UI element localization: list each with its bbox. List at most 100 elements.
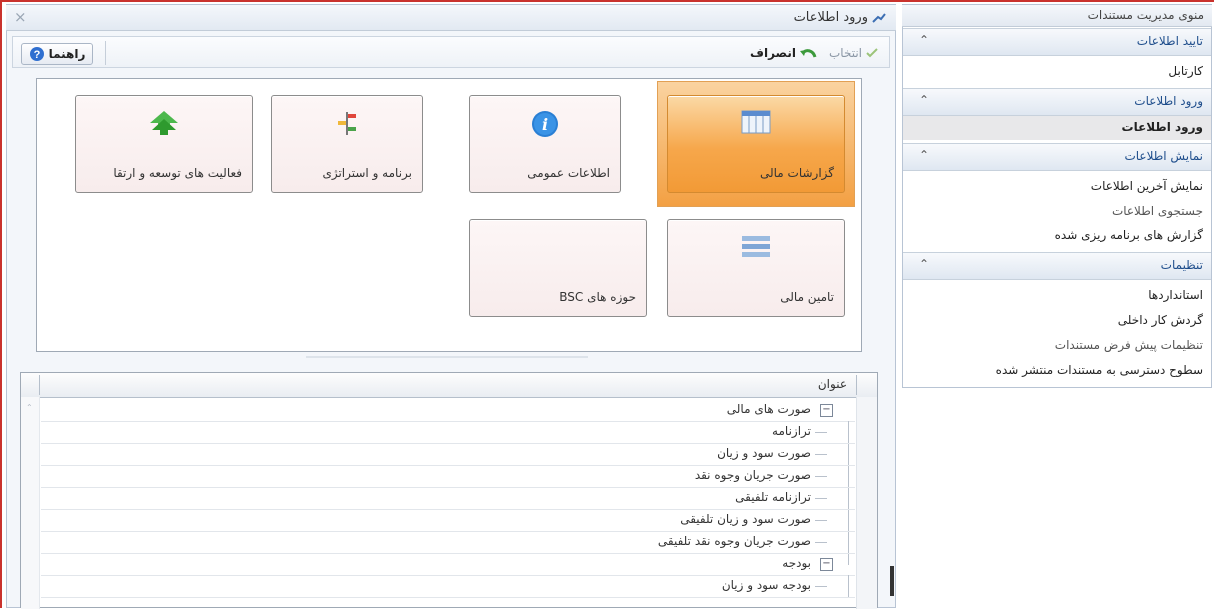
menu-item-scheduled-reports[interactable]: گزارش های برنامه ریزی شده bbox=[903, 224, 1211, 248]
scroll-up-icon[interactable]: ⌃ bbox=[26, 403, 33, 412]
collapse-chevron-icon[interactable]: ⌃ bbox=[919, 148, 929, 162]
tile-label: فعالیت های توسعه و ارتقا bbox=[113, 166, 242, 180]
tree-row[interactable]: − صورت های مالی bbox=[41, 399, 855, 422]
tree-row[interactable]: − بودجه bbox=[41, 553, 855, 576]
tree-row[interactable]: بودجه سود و زیان bbox=[41, 575, 855, 598]
select-button[interactable]: انتخاب bbox=[829, 43, 879, 63]
list-icon bbox=[742, 236, 770, 257]
tree-branch bbox=[815, 498, 827, 499]
row-text: ترازنامه تلفیقی bbox=[735, 490, 811, 504]
arrow-up-tree-icon bbox=[150, 111, 178, 135]
signpost-icon bbox=[338, 112, 356, 135]
cancel-button[interactable]: انصراف bbox=[750, 43, 817, 63]
toolbar-separator bbox=[105, 41, 106, 65]
menu-item-latest-data[interactable]: نمایش آخرین اطلاعات bbox=[903, 175, 1211, 199]
svg-text:i: i bbox=[542, 115, 548, 134]
collapse-toggle-icon[interactable]: − bbox=[820, 558, 833, 571]
section-data-entry[interactable]: ⌃ ورود اطلاعات bbox=[903, 88, 1211, 116]
section-settings[interactable]: ⌃ تنظیمات bbox=[903, 252, 1211, 280]
tree-row[interactable]: ترازنامه bbox=[41, 421, 855, 444]
tree-grid: عنوان ⌃ − صورت های مالی ترازنامه صورت سو… bbox=[20, 372, 878, 609]
tile-label: حوزه های BSC bbox=[559, 290, 636, 304]
tree-branch bbox=[815, 454, 827, 455]
header-divider bbox=[856, 375, 857, 395]
svg-text:?: ? bbox=[33, 49, 40, 61]
tile-label: برنامه و استراتژی bbox=[322, 166, 412, 180]
help-button[interactable]: راهنما ? bbox=[21, 43, 93, 65]
section-title: نمایش اطلاعات bbox=[1124, 149, 1203, 163]
section-title: ورود اطلاعات bbox=[1134, 94, 1203, 108]
collapse-chevron-icon[interactable]: ⌃ bbox=[919, 257, 929, 271]
help-label: راهنما bbox=[48, 47, 86, 61]
menu-item-search-data[interactable]: جستجوی اطلاعات bbox=[903, 200, 1211, 224]
documents-menu-panel: ⌃ تایید اطلاعات کارتابل ⌃ ورود اطلاعات و… bbox=[902, 4, 1212, 388]
tile-general-info[interactable]: i اطلاعات عمومی bbox=[469, 95, 621, 193]
menu-item-label: گزارش های برنامه ریزی شده bbox=[1054, 228, 1203, 242]
grid-scrollbar[interactable]: ⌃ bbox=[21, 397, 40, 609]
top-border bbox=[0, 0, 1214, 2]
tree-row[interactable]: صورت جریان وجوه نقد bbox=[41, 465, 855, 488]
tile-label: گزارشات مالی bbox=[759, 166, 834, 180]
undo-icon bbox=[800, 49, 817, 58]
collapse-toggle-icon[interactable]: − bbox=[820, 404, 833, 417]
row-text: ترازنامه bbox=[772, 424, 811, 438]
sidebar-title: منوی مدیریت مستندات bbox=[1087, 8, 1204, 22]
collapse-chevron-icon[interactable]: ⌃ bbox=[919, 33, 929, 47]
menu-item-label: جستجوی اطلاعات bbox=[1111, 204, 1203, 218]
window-title: ورود اطلاعات bbox=[793, 10, 868, 25]
tile-financing[interactable]: تامین مالی bbox=[667, 219, 845, 317]
collapse-chevron-icon[interactable]: ⌃ bbox=[919, 93, 929, 107]
window-titlebar: × ورود اطلاعات bbox=[6, 5, 896, 31]
menu-item-label: نمایش آخرین اطلاعات bbox=[1090, 179, 1203, 193]
grid-header: عنوان bbox=[21, 373, 877, 398]
help-icon: ? bbox=[29, 47, 44, 61]
tile-label: اطلاعات عمومی bbox=[527, 166, 610, 180]
toolbar: انتخاب انصراف راهنما ? bbox=[12, 36, 890, 68]
menu-item-label: استانداردها bbox=[1148, 288, 1203, 302]
sidebar-titlebar: منوی مدیریت مستندات bbox=[902, 5, 1212, 27]
tree-branch bbox=[815, 476, 827, 477]
tree-row[interactable]: صورت جریان وجوه نقد تلفیقی bbox=[41, 531, 855, 554]
tile-financial-reports[interactable]: گزارشات مالی bbox=[667, 95, 845, 193]
select-label: انتخاب bbox=[829, 46, 862, 60]
menu-item-access-levels[interactable]: سطوح دسترسی به مستندات منتشر شده bbox=[903, 359, 1211, 383]
menu-item-label: ورود اطلاعات bbox=[1121, 120, 1203, 134]
tile-bsc-areas[interactable]: حوزه های BSC bbox=[469, 219, 647, 317]
tile-label: تامین مالی bbox=[780, 290, 834, 304]
menu-item-standards[interactable]: استانداردها bbox=[903, 284, 1211, 308]
menu-item-internal-workflow[interactable]: گردش کار داخلی bbox=[903, 309, 1211, 333]
row-text: بودجه سود و زیان bbox=[721, 578, 811, 592]
close-icon[interactable]: × bbox=[14, 8, 27, 26]
tiles-panel: گزارشات مالی i اطلاعات عمومی برنامه و اس… bbox=[36, 78, 862, 352]
pin-icon bbox=[872, 13, 886, 23]
tree-branch bbox=[815, 432, 827, 433]
left-border bbox=[0, 0, 2, 608]
row-text: صورت جریان وجوه نقد تلفیقی bbox=[657, 534, 811, 548]
header-divider bbox=[39, 375, 40, 395]
menu-item-inbox[interactable]: کارتابل bbox=[903, 60, 1211, 84]
row-text: صورت های مالی bbox=[726, 402, 811, 416]
row-text: بودجه bbox=[782, 556, 811, 570]
tree-row[interactable]: صورت سود و زیان bbox=[41, 443, 855, 466]
tree-row[interactable]: ترازنامه تلفیقی bbox=[41, 487, 855, 510]
row-text: صورت جریان وجوه نقد bbox=[694, 468, 811, 482]
menu-item-label: گردش کار داخلی bbox=[1117, 313, 1203, 327]
menu-item-data-entry[interactable]: ورود اطلاعات bbox=[903, 116, 1211, 140]
menu-item-label: کارتابل bbox=[1168, 64, 1203, 78]
menu-item-default-settings[interactable]: تنظیمات پیش فرض مستندات bbox=[903, 334, 1211, 358]
tree-branch bbox=[815, 586, 827, 587]
grid-icon bbox=[741, 110, 771, 134]
row-text: صورت سود و زیان تلفیقی bbox=[680, 512, 811, 526]
tile-development-activities[interactable]: فعالیت های توسعه و ارتقا bbox=[75, 95, 253, 193]
tree-row[interactable]: صورت سود و زیان تلفیقی bbox=[41, 509, 855, 532]
section-show-data[interactable]: ⌃ نمایش اطلاعات bbox=[903, 143, 1211, 171]
tile-plan-strategy[interactable]: برنامه و استراتژی bbox=[271, 95, 423, 193]
info-icon: i bbox=[532, 111, 558, 137]
column-header-title[interactable]: عنوان bbox=[818, 377, 847, 391]
menu-item-label: سطوح دسترسی به مستندات منتشر شده bbox=[995, 363, 1203, 377]
section-verify-data[interactable]: ⌃ تایید اطلاعات bbox=[903, 28, 1211, 56]
menu-item-label: تنظیمات پیش فرض مستندات bbox=[1054, 338, 1203, 352]
panel-splitter[interactable] bbox=[890, 566, 894, 596]
grid-side-column bbox=[856, 397, 877, 609]
tree-branch bbox=[815, 542, 827, 543]
